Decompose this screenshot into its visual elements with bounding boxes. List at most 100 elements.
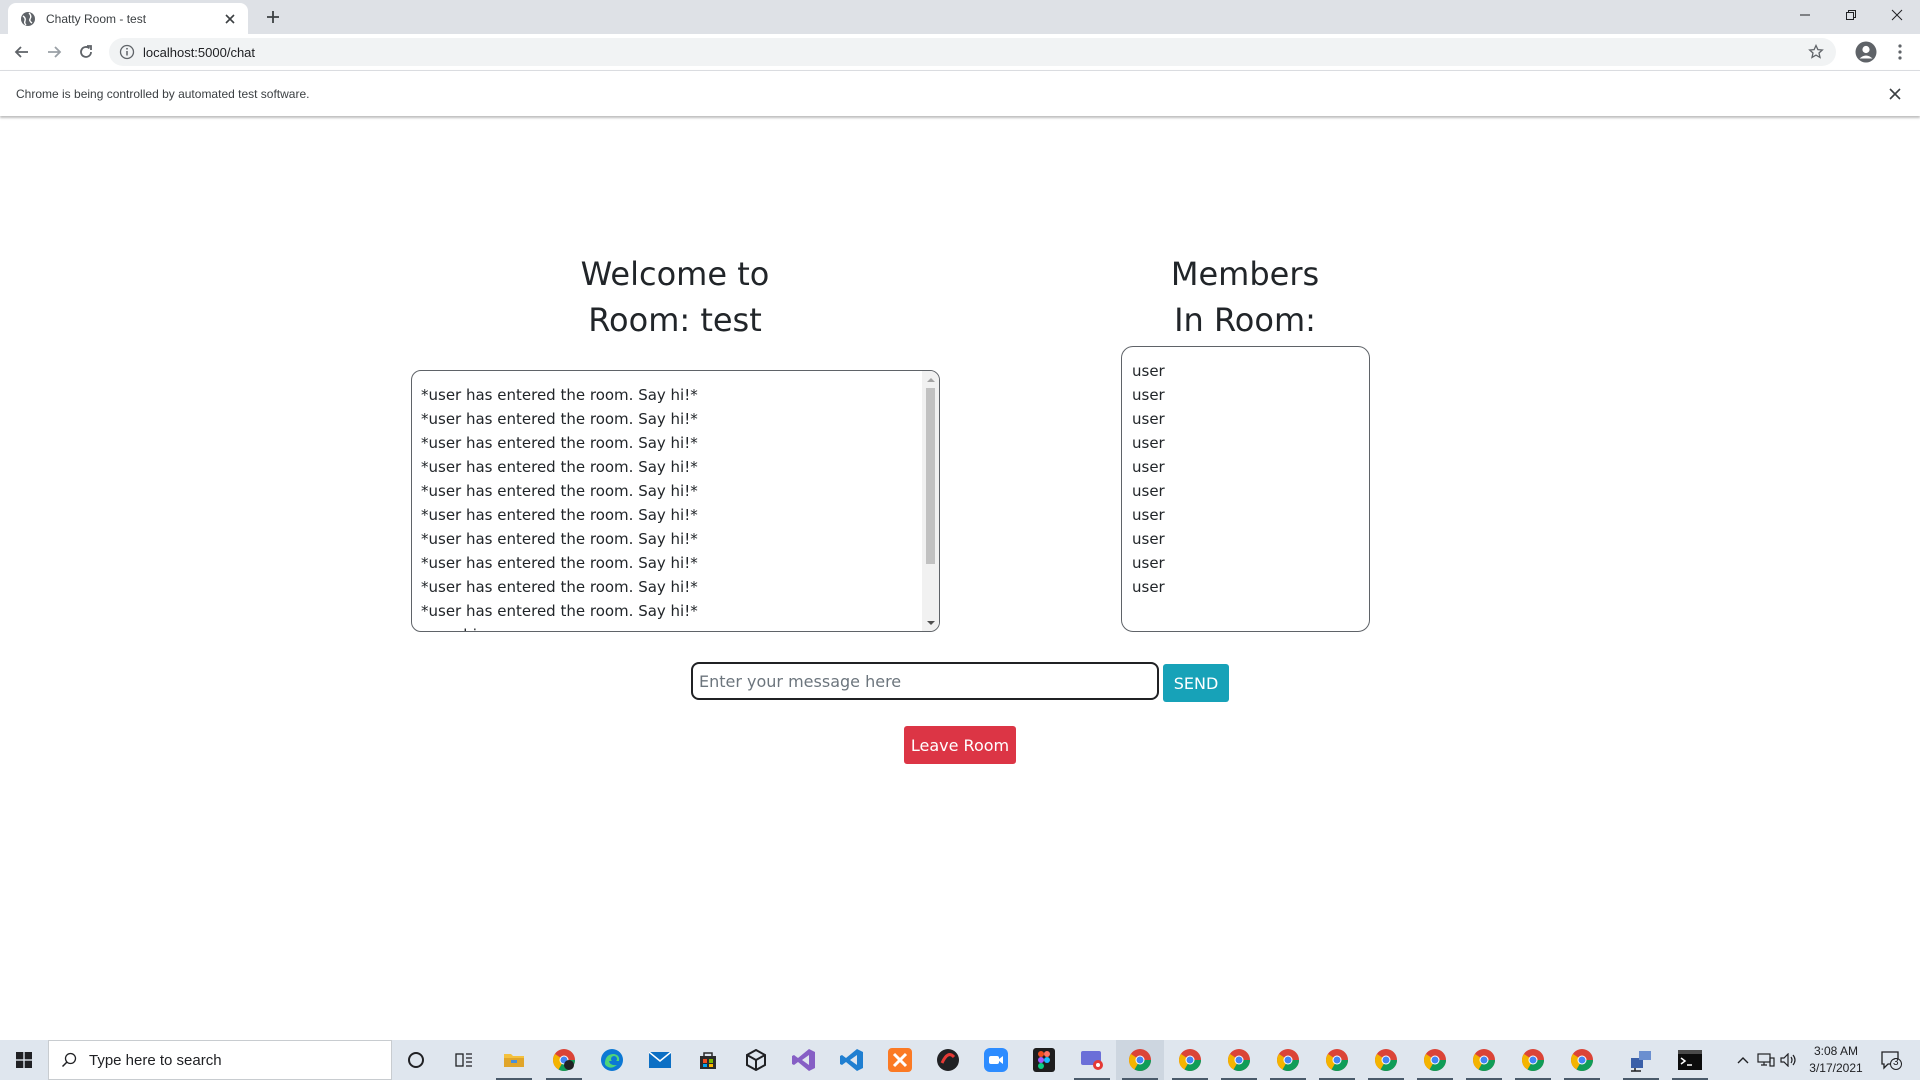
network-icon[interactable]: [1755, 1040, 1777, 1080]
room-title-line1: Welcome to: [580, 255, 770, 293]
tab-title: Chatty Room - test: [46, 11, 147, 26]
back-arrow-icon[interactable]: [10, 40, 34, 64]
info-icon[interactable]: [119, 44, 135, 60]
chat-message: *user has entered the room. Say hi!*: [421, 410, 698, 428]
chat-messages-box[interactable]: *user has entered the room. Say hi!* *us…: [411, 370, 940, 632]
member-item: user: [1132, 434, 1165, 452]
chat-message: *user has entered the room. Say hi!*: [421, 530, 698, 548]
chat-messages-list: *user has entered the room. Say hi!* *us…: [421, 383, 919, 631]
members-title-line2: In Room:: [1174, 301, 1316, 339]
notification-count-badge: 3: [1893, 1057, 1899, 1068]
chrome-window-icon[interactable]: [1215, 1040, 1263, 1080]
chat-message: *user has entered the room. Say hi!*: [421, 458, 698, 476]
chat-message: *user has entered the room. Say hi!*: [421, 482, 698, 500]
address-bar[interactable]: localhost:5000/chat: [109, 38, 1836, 66]
chrome-window-icon[interactable]: [1411, 1040, 1459, 1080]
chrome-window-icon[interactable]: [1460, 1040, 1508, 1080]
volume-icon[interactable]: [1778, 1040, 1800, 1080]
windows-taskbar: Type here to search 3:08 AM 3/17/2021 3: [0, 1040, 1920, 1080]
windows-start-icon[interactable]: [0, 1040, 48, 1080]
browser-toolbar: localhost:5000/chat: [0, 34, 1920, 70]
chat-message: *user has entered the room. Say hi!*: [421, 554, 698, 572]
browser-tab[interactable]: Chatty Room - test: [8, 3, 248, 34]
chrome-window-icon[interactable]: [1509, 1040, 1557, 1080]
clock-time: 3:08 AM: [1813, 1044, 1859, 1058]
send-button[interactable]: SEND: [1163, 664, 1229, 702]
file-explorer-icon[interactable]: [490, 1040, 538, 1080]
vscode-icon[interactable]: [828, 1040, 876, 1080]
member-item: user: [1132, 554, 1165, 572]
chat-message: *user has entered the room. Say hi!*: [421, 506, 698, 524]
notification-center-icon[interactable]: 3: [1872, 1040, 1910, 1080]
unity-icon[interactable]: [732, 1040, 780, 1080]
member-item: user: [1132, 482, 1165, 500]
remote-desktop-icon[interactable]: [1068, 1040, 1116, 1080]
close-icon[interactable]: [1886, 85, 1904, 103]
bookmark-star-icon[interactable]: [1808, 44, 1824, 60]
search-icon: [61, 1052, 77, 1068]
visual-studio-icon[interactable]: [780, 1040, 828, 1080]
scrollbar-thumb[interactable]: [926, 388, 935, 564]
leave-room-button[interactable]: Leave Room: [904, 726, 1016, 764]
member-item: user: [1132, 578, 1165, 596]
edge-browser-icon[interactable]: [588, 1040, 636, 1080]
network-tool-icon[interactable]: [1617, 1040, 1665, 1080]
member-item: user: [1132, 530, 1165, 548]
chat-message: user: hi: [421, 623, 919, 631]
message-input[interactable]: [691, 662, 1159, 700]
close-window-icon[interactable]: [1874, 0, 1920, 30]
member-item: user: [1132, 410, 1165, 428]
show-hidden-icons-chevron-icon[interactable]: [1733, 1040, 1753, 1080]
profile-avatar-icon[interactable]: [1855, 41, 1877, 63]
member-item: user: [1132, 506, 1165, 524]
automation-infobar: Chrome is being controlled by automated …: [0, 70, 1920, 116]
restore-window-icon[interactable]: [1828, 0, 1874, 30]
chrome-window-icon[interactable]: [1166, 1040, 1214, 1080]
globe-icon: [21, 11, 35, 26]
scroll-down-arrow-icon[interactable]: [922, 614, 939, 631]
member-item: user: [1132, 362, 1165, 380]
chat-message: *user has entered the room. Say hi!*: [421, 386, 698, 404]
messages-scrollbar[interactable]: [922, 371, 939, 631]
taskbar-clock[interactable]: 3:08 AM 3/17/2021: [1800, 1043, 1872, 1077]
taskbar-search-placeholder: Type here to search: [89, 1051, 222, 1069]
room-title: Welcome to Room: test: [520, 251, 830, 343]
close-tab-icon[interactable]: [222, 11, 238, 27]
scroll-up-arrow-icon[interactable]: [922, 371, 939, 388]
chrome-window-icon[interactable]: [1362, 1040, 1410, 1080]
chrome-window-icon[interactable]: [1116, 1040, 1164, 1080]
cortana-icon[interactable]: [392, 1040, 440, 1080]
minimize-window-icon[interactable]: [1782, 0, 1828, 30]
task-view-icon[interactable]: [440, 1040, 488, 1080]
chat-message: *user has entered the room. Say hi!*: [421, 578, 698, 596]
chat-message: *user has entered the room. Say hi!*: [421, 602, 698, 620]
member-item: user: [1132, 458, 1165, 476]
infobar-message: Chrome is being controlled by automated …: [16, 86, 310, 101]
clock-date: 3/17/2021: [1809, 1061, 1863, 1075]
members-title: Members In Room:: [1120, 251, 1370, 343]
taskbar-search-box[interactable]: Type here to search: [48, 1040, 392, 1080]
figma-icon[interactable]: [1020, 1040, 1068, 1080]
chat-message: *user has entered the room. Say hi!*: [421, 434, 698, 452]
members-list-box: user user user user user user user user …: [1121, 346, 1370, 632]
room-title-line2: Room: test: [588, 301, 762, 339]
url-text: localhost:5000/chat: [143, 44, 256, 60]
new-tab-icon[interactable]: [262, 6, 284, 28]
forward-arrow-icon[interactable]: [42, 40, 66, 64]
browser-tab-strip: Chatty Room - test: [0, 0, 1920, 34]
microsoft-store-icon[interactable]: [684, 1040, 732, 1080]
reload-icon[interactable]: [74, 40, 98, 64]
xampp-icon[interactable]: [876, 1040, 924, 1080]
browser-menu-icon[interactable]: [1890, 42, 1910, 62]
member-item: user: [1132, 386, 1165, 404]
chrome-profile-icon[interactable]: [540, 1040, 588, 1080]
zoom-icon[interactable]: [972, 1040, 1020, 1080]
members-title-line1: Members: [1170, 255, 1320, 293]
chrome-window-icon[interactable]: [1558, 1040, 1606, 1080]
chrome-window-icon[interactable]: [1313, 1040, 1361, 1080]
terminal-icon[interactable]: [1666, 1040, 1714, 1080]
mail-icon[interactable]: [636, 1040, 684, 1080]
members-list: user user user user user user user user …: [1132, 359, 1165, 599]
media-app-icon[interactable]: [924, 1040, 972, 1080]
chrome-window-icon[interactable]: [1264, 1040, 1312, 1080]
